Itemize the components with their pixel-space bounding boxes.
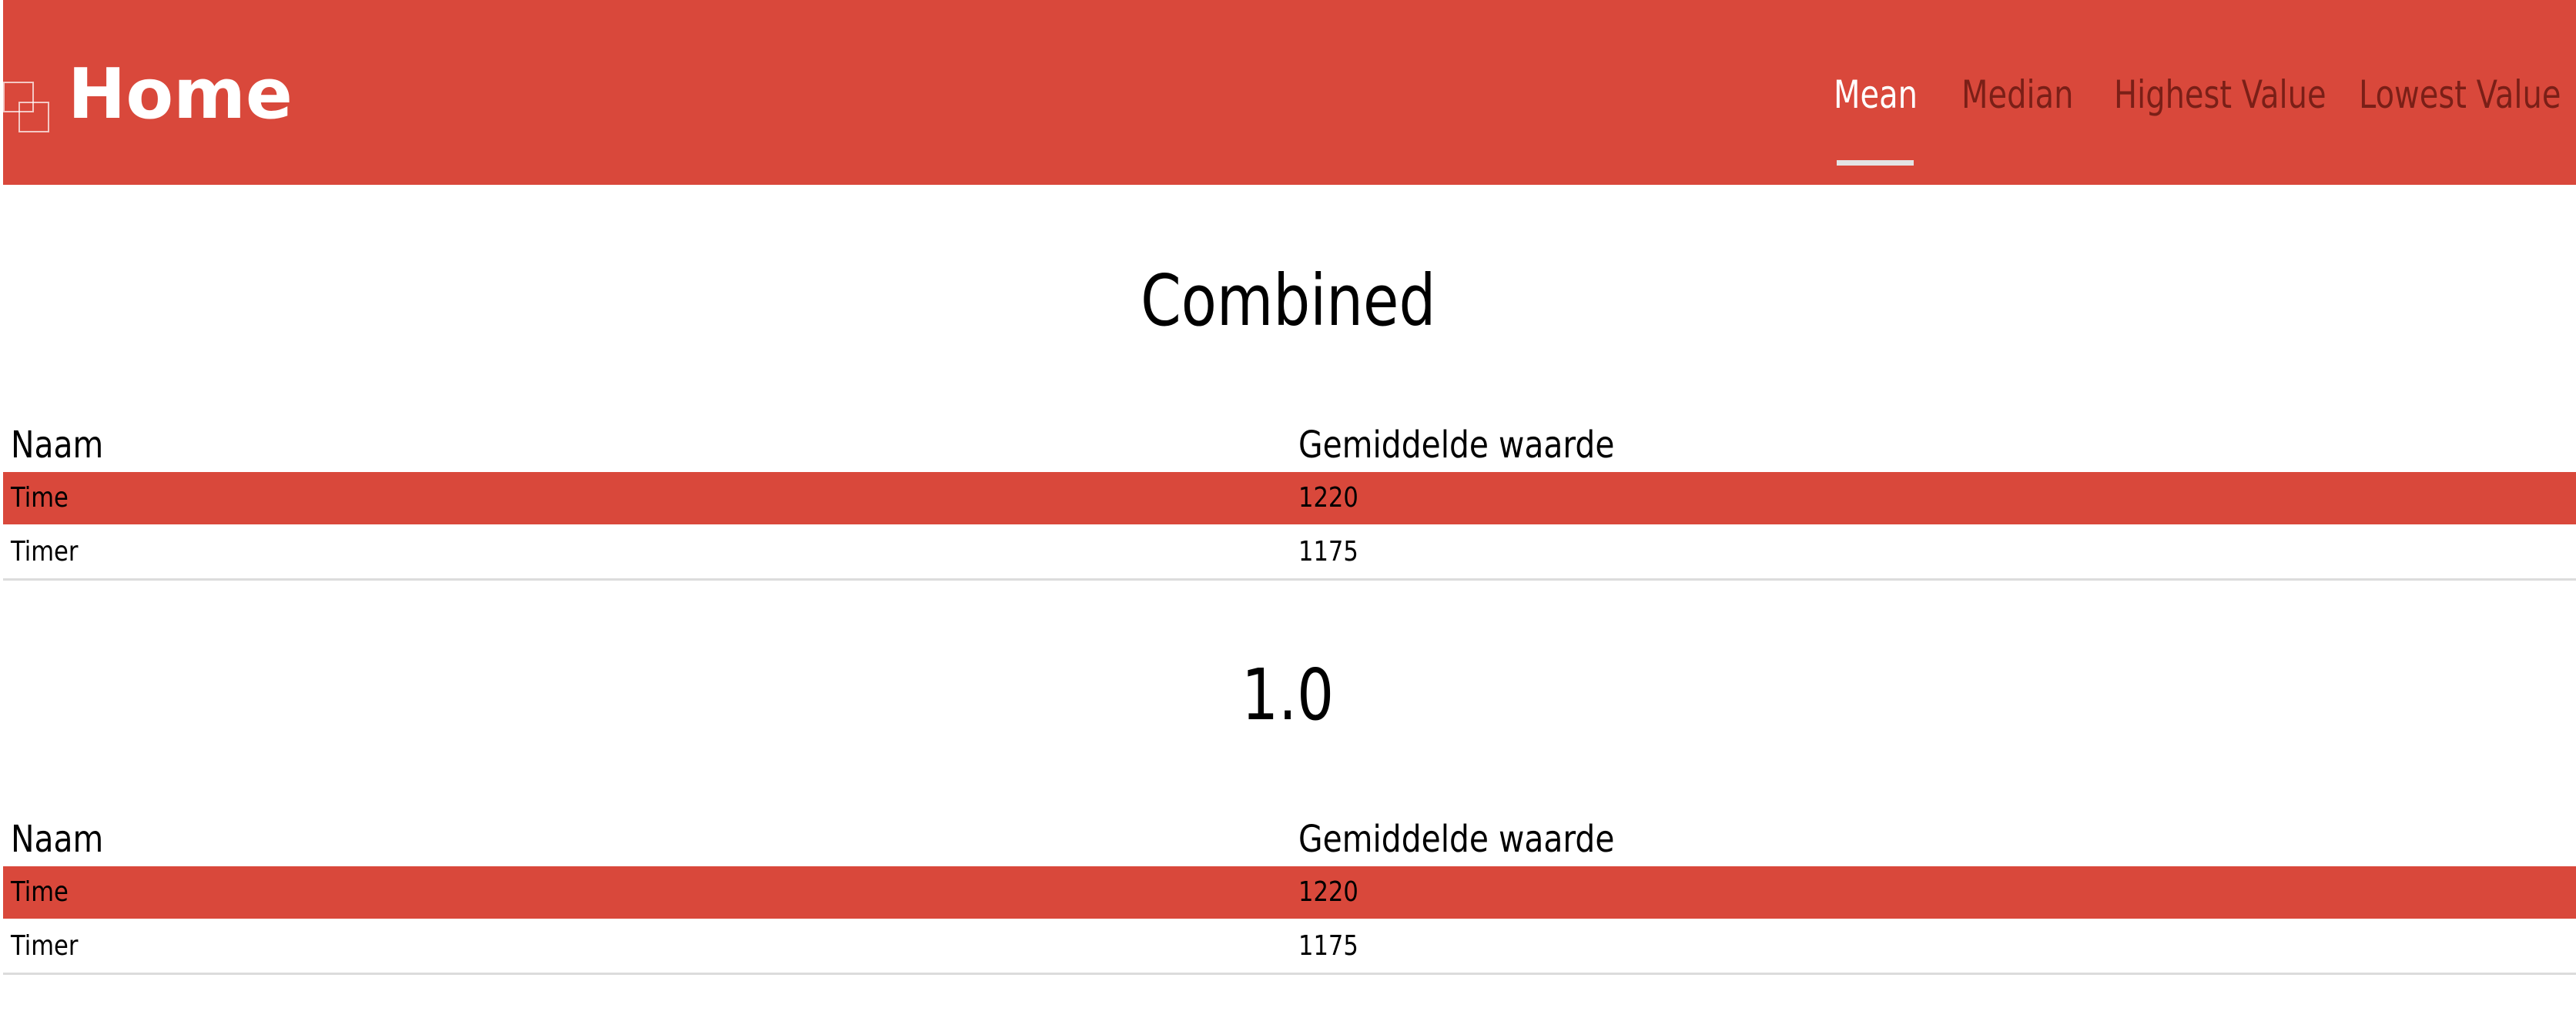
row-value: 1220	[1298, 876, 1358, 908]
nav-tab-mean[interactable]: Mean	[1834, 68, 1918, 122]
row-name: Timer	[11, 930, 79, 962]
row-value: 1175	[1298, 930, 1358, 962]
app-header: Home Mean Median Highest Value Lowest Va…	[3, 0, 2576, 185]
row-value: 1175	[1298, 536, 1358, 568]
row-name: Timer	[11, 536, 79, 568]
home-link[interactable]: Home	[68, 52, 293, 137]
active-tab-indicator	[1837, 160, 1914, 166]
table-row[interactable]: Time 1220	[3, 472, 2576, 524]
overlapping-squares-icon	[3, 82, 51, 132]
section-title: 1.0	[1241, 654, 1335, 736]
column-header-name: Naam	[11, 424, 104, 467]
table-row[interactable]: Time 1220	[3, 866, 2576, 919]
table-row[interactable]: Timer 1175	[3, 526, 2576, 581]
nav-tab-lowest-value[interactable]: Lowest Value	[2359, 68, 2561, 122]
nav-tab-highest-value[interactable]: Highest Value	[2114, 68, 2326, 122]
column-header-mean-value: Gemiddelde waarde	[1298, 424, 1615, 467]
column-header-mean-value: Gemiddelde waarde	[1298, 818, 1615, 861]
section-title: Combined	[1140, 260, 1436, 342]
row-name: Time	[11, 482, 69, 514]
column-header-name: Naam	[11, 818, 104, 861]
row-name: Time	[11, 876, 69, 908]
nav-tab-median[interactable]: Median	[1961, 68, 2074, 122]
row-value: 1220	[1298, 482, 1358, 514]
table-row[interactable]: Timer 1175	[3, 920, 2576, 975]
